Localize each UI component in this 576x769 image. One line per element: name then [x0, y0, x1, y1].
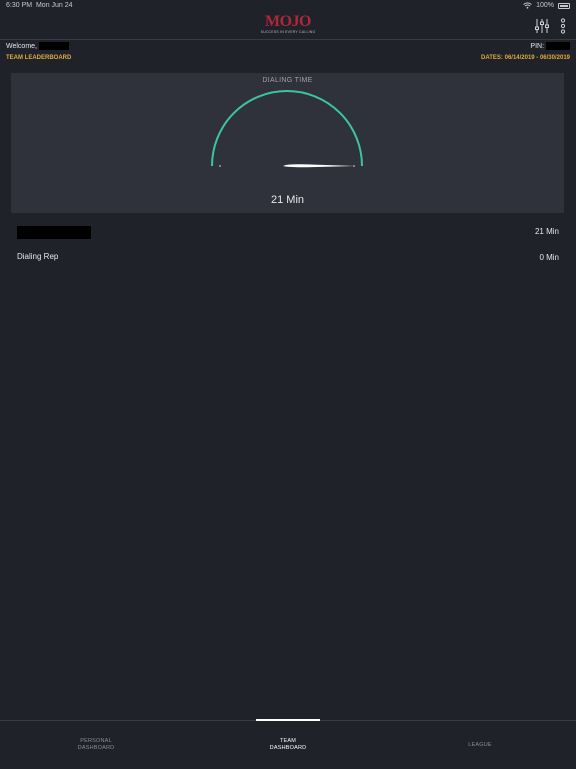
redacted-rep-name: [17, 226, 91, 239]
app-logo: MOJO SUCCESS IN EVERY CALLING: [258, 14, 318, 38]
leaderboard-row: TEAM LEADERBOARD DATES: 06/14/2019 - 06/…: [0, 55, 576, 65]
status-indicators: 100%: [523, 2, 570, 9]
wifi-icon: [523, 2, 532, 9]
welcome-row: Welcome, PIN:: [0, 42, 576, 52]
list-item[interactable]: 21 Min: [0, 222, 576, 244]
header-actions: [534, 18, 566, 34]
tab-label: PERSONAL DASHBOARD: [77, 738, 115, 751]
bottom-tab-bar: PERSONAL DASHBOARD TEAM DASHBOARD LEAGUE: [0, 719, 576, 769]
gauge-chart: [211, 90, 363, 168]
rep-dialing-time: 0 Min: [539, 253, 559, 262]
status-time: 6:30 PM: [6, 2, 33, 9]
date-range[interactable]: DATES: 06/14/2019 - 06/30/2019: [481, 55, 570, 61]
battery-icon: [558, 2, 570, 9]
battery-percent: 100%: [536, 2, 554, 9]
gauge-value: 21 Min: [270, 194, 305, 206]
gauge-needle: [283, 164, 355, 168]
redacted-username: [38, 42, 69, 50]
welcome-text: Welcome,: [6, 42, 69, 50]
redaction-block: [17, 226, 91, 239]
list-item[interactable]: Dialing Rep 0 Min: [0, 248, 576, 270]
leaderboard-title: TEAM LEADERBOARD: [6, 55, 72, 61]
sliders-icon[interactable]: [534, 18, 550, 34]
vertical-dots-icon[interactable]: [560, 18, 566, 34]
tab-label: TEAM DASHBOARD: [269, 738, 307, 751]
rep-name: Dialing Rep: [17, 252, 59, 261]
status-date: Mon Jun 24: [35, 2, 73, 9]
status-bar: 6:30 PM Mon Jun 24 100%: [0, 0, 576, 12]
dialing-time-gauge-card: DIALING TIME 21 Min: [11, 73, 564, 213]
gauge-arc: [211, 90, 363, 167]
logo-wordmark: MOJO: [265, 13, 312, 30]
rep-dialing-time: 21 Min: [534, 227, 559, 236]
tab-league[interactable]: LEAGUE: [384, 721, 576, 769]
tab-personal-dashboard[interactable]: PERSONAL DASHBOARD: [0, 721, 192, 769]
tab-team-dashboard[interactable]: TEAM DASHBOARD: [192, 721, 384, 769]
pin-display: PIN:: [530, 42, 570, 50]
app-header: MOJO SUCCESS IN EVERY CALLING: [0, 12, 576, 40]
redacted-pin: [546, 42, 570, 50]
welcome-label: Welcome,: [6, 42, 37, 50]
tab-label: LEAGUE: [468, 741, 492, 748]
status-time-date: 6:30 PM Mon Jun 24: [6, 2, 73, 9]
logo-tagline: SUCCESS IN EVERY CALLING: [260, 30, 316, 34]
pin-label: PIN:: [530, 42, 545, 50]
